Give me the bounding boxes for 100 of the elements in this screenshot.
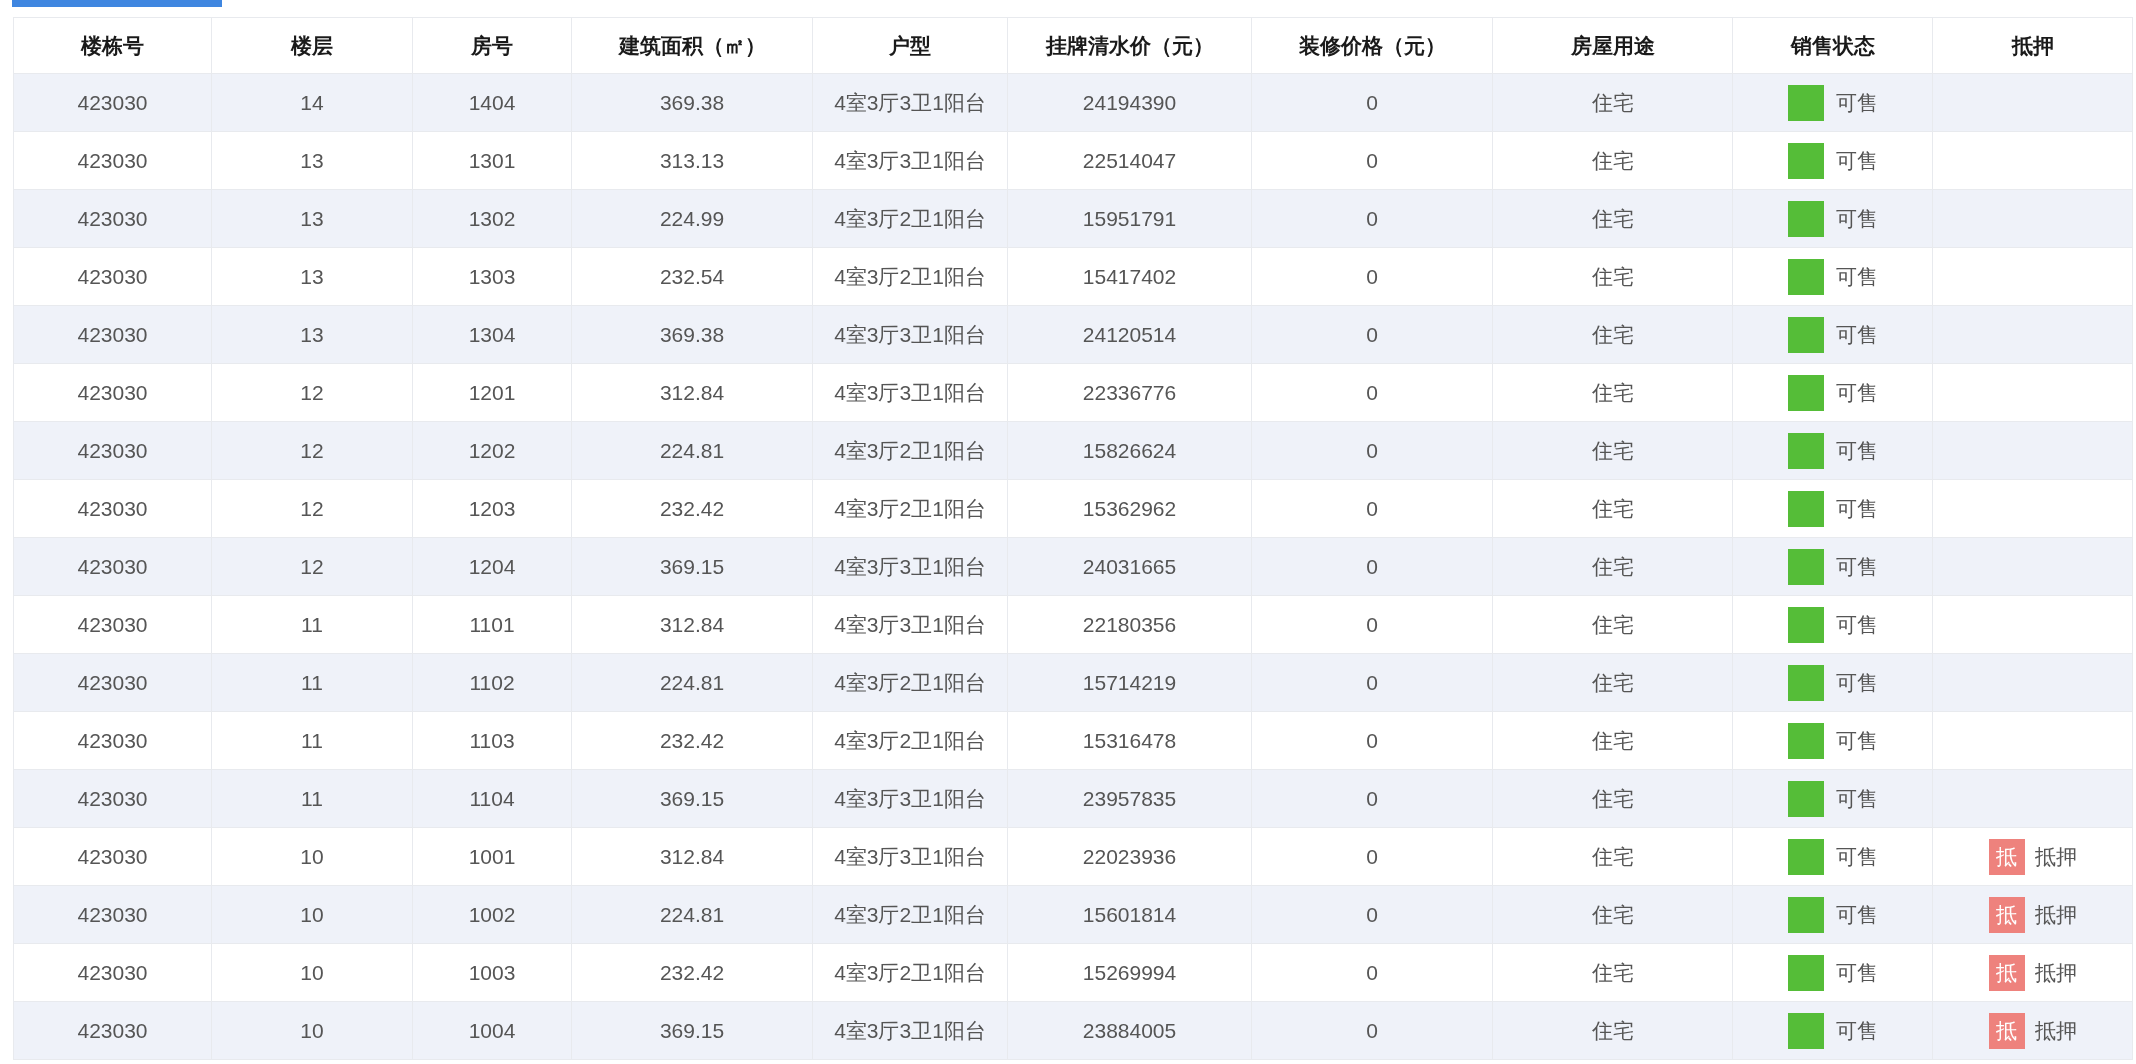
table-cell-text: 423030 <box>77 495 148 522</box>
table-cell-text: 0 <box>1366 1017 1378 1044</box>
table-cell-text: 4室3厅2卫1阳台 <box>834 495 986 522</box>
table-cell-text: 1201 <box>468 379 516 406</box>
table-cell-text: 住宅 <box>1591 379 1634 406</box>
table-cell-text: 1303 <box>468 263 516 290</box>
table-cell-text: 423030 <box>77 321 148 348</box>
table-cell-text: 4室3厅3卫1阳台 <box>834 611 986 638</box>
table-cell-text: 0 <box>1366 205 1378 232</box>
table-cell-text: 12 <box>300 495 324 522</box>
table-cell-text: 0 <box>1366 959 1378 986</box>
table-cell-text: 0 <box>1366 379 1378 406</box>
mortgage-label: 抵押 <box>2034 843 2077 870</box>
table-cell-text: 1104 <box>469 785 515 812</box>
table-cell-text: 22336776 <box>1082 379 1177 406</box>
column-header: 户型 <box>889 32 931 59</box>
table-cell-text: 1301 <box>468 147 516 174</box>
table-cell-text: 11 <box>301 611 323 638</box>
status-label: 可售 <box>1835 553 1878 580</box>
mortgage-label: 抵押 <box>2034 1017 2077 1044</box>
status-label: 可售 <box>1835 843 1878 870</box>
table-cell-text: 423030 <box>77 553 148 580</box>
table-cell-text: 住宅 <box>1591 263 1634 290</box>
table-cell-text: 423030 <box>77 901 148 928</box>
table-cell-text: 4室3厅3卫1阳台 <box>834 321 986 348</box>
column-header: 房号 <box>471 32 513 59</box>
table-cell-text: 224.81 <box>659 437 725 464</box>
table-cell-text: 4室3厅2卫1阳台 <box>834 959 986 986</box>
table-cell-text: 4室3厅3卫1阳台 <box>834 379 986 406</box>
table-cell-text: 4室3厅2卫1阳台 <box>834 727 986 754</box>
table-cell-text: 15826624 <box>1082 437 1177 464</box>
table-cell-text: 0 <box>1366 901 1378 928</box>
table-cell-text: 住宅 <box>1591 205 1634 232</box>
table-cell-text: 住宅 <box>1591 321 1634 348</box>
table-cell-text: 1304 <box>468 321 516 348</box>
table-cell-text: 0 <box>1366 843 1378 870</box>
table-cell-text: 11 <box>301 669 323 696</box>
table-cell-text: 369.38 <box>659 89 725 116</box>
table-cell-text: 423030 <box>77 785 148 812</box>
table-cell-text: 住宅 <box>1591 901 1634 928</box>
table-cell-text: 1101 <box>469 611 515 638</box>
table-cell-text: 15362962 <box>1082 495 1177 522</box>
column-header: 销售状态 <box>1790 32 1875 59</box>
table-cell-text: 住宅 <box>1591 147 1634 174</box>
column-header: 装修价格（元） <box>1298 32 1446 59</box>
mortgage-label: 抵押 <box>2034 959 2077 986</box>
table-cell-text: 住宅 <box>1591 843 1634 870</box>
table-cell-text: 10 <box>300 1017 324 1044</box>
table-cell-text: 0 <box>1366 321 1378 348</box>
table-cell-text: 10 <box>300 959 324 986</box>
table-cell-text: 4室3厅3卫1阳台 <box>834 147 986 174</box>
table-cell-text: 224.99 <box>659 205 725 232</box>
table-cell-text: 369.15 <box>659 785 725 812</box>
table-cell-text: 423030 <box>77 1017 148 1044</box>
column-header: 楼栋号 <box>81 32 144 59</box>
table-cell-text: 1102 <box>469 669 515 696</box>
table-cell-text: 10 <box>300 901 324 928</box>
column-header: 挂牌清水价（元） <box>1045 32 1214 59</box>
table-cell-text: 1103 <box>469 727 515 754</box>
table-cell-text: 423030 <box>77 379 148 406</box>
status-label: 可售 <box>1835 437 1878 464</box>
status-label: 可售 <box>1835 959 1878 986</box>
table-cell-text: 22023936 <box>1082 843 1177 870</box>
table-cell-text: 423030 <box>77 263 148 290</box>
table-cell-text: 0 <box>1366 727 1378 754</box>
table-cell-text: 1404 <box>468 89 516 116</box>
table-cell-text: 23884005 <box>1082 1017 1177 1044</box>
status-label: 可售 <box>1835 263 1878 290</box>
table-cell-text: 24120514 <box>1082 321 1177 348</box>
table-cell-text: 0 <box>1366 147 1378 174</box>
table-cell-text: 15417402 <box>1082 263 1177 290</box>
column-header: 楼层 <box>291 32 333 59</box>
mortgage-label: 抵押 <box>2034 901 2077 928</box>
table-cell-text: 423030 <box>77 843 148 870</box>
table-cell-text: 4室3厅3卫1阳台 <box>834 785 986 812</box>
mortgage-badge: 抵 <box>1988 838 2025 875</box>
table-cell-text: 0 <box>1366 495 1378 522</box>
table-cell-text: 4室3厅2卫1阳台 <box>834 669 986 696</box>
status-label: 可售 <box>1835 205 1878 232</box>
table-cell-text: 4室3厅2卫1阳台 <box>834 205 986 232</box>
table-cell-text: 0 <box>1366 437 1378 464</box>
table-cell-text: 312.84 <box>659 843 725 870</box>
table-cell-text: 4室3厅3卫1阳台 <box>834 1017 986 1044</box>
table-cell-text: 住宅 <box>1591 437 1634 464</box>
table-cell-text: 15951791 <box>1082 205 1177 232</box>
table-cell-text: 23957835 <box>1082 785 1177 812</box>
table-cell-text: 住宅 <box>1591 611 1634 638</box>
table-cell-text: 312.84 <box>659 611 725 638</box>
table-cell-text: 住宅 <box>1591 89 1634 116</box>
mortgage-badge: 抵 <box>1988 896 2025 933</box>
table-cell-text: 313.13 <box>659 147 725 174</box>
table-cell-text: 1202 <box>468 437 516 464</box>
table-cell-text: 1001 <box>468 843 516 870</box>
table-cell-text: 423030 <box>77 727 148 754</box>
table-cell-text: 住宅 <box>1591 727 1634 754</box>
table-cell-text: 423030 <box>77 611 148 638</box>
table-cell-text: 15269994 <box>1082 959 1177 986</box>
table-cell-text: 4室3厅3卫1阳台 <box>834 553 986 580</box>
table-cell-text: 423030 <box>77 959 148 986</box>
table-cell-text: 232.42 <box>659 959 725 986</box>
